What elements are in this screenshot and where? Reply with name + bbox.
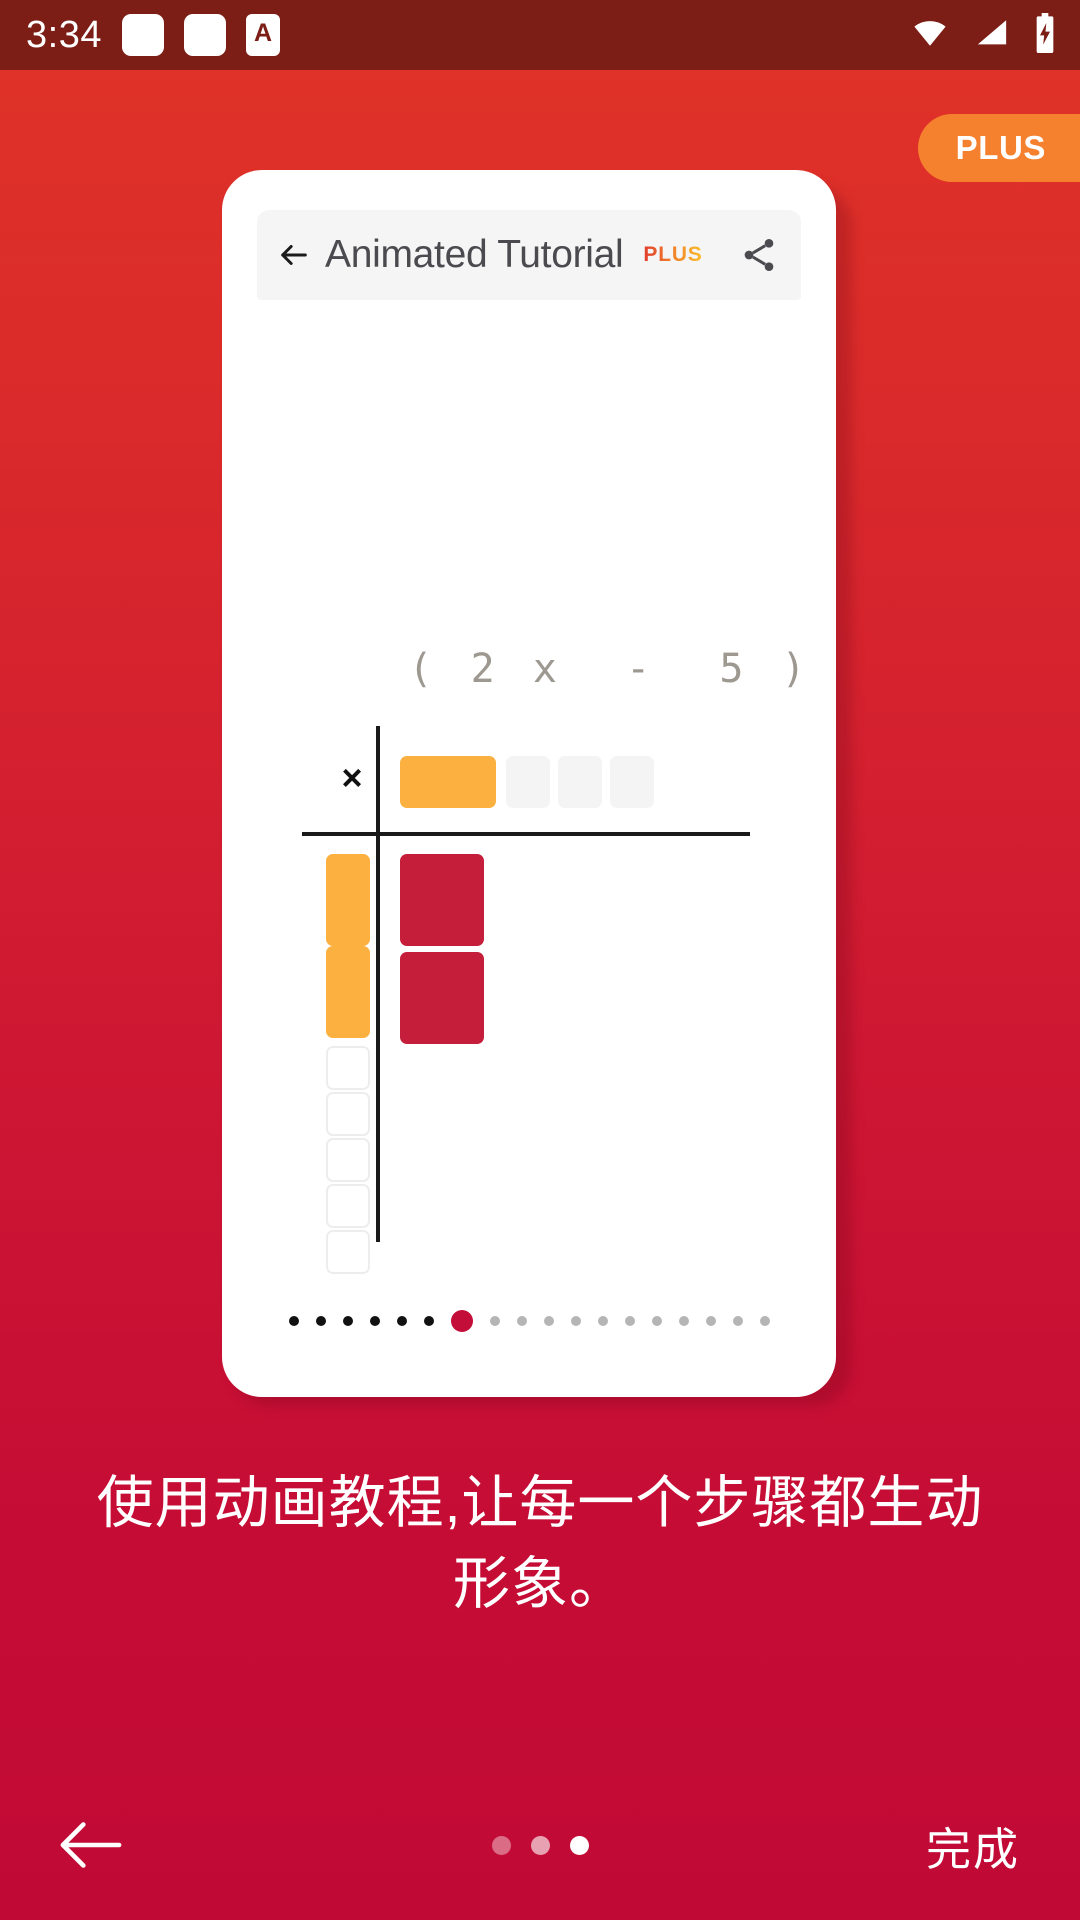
plus-badge-label: PLUS <box>955 129 1046 166</box>
step-dot-todo[interactable] <box>489 1316 500 1326</box>
equation-prefix: ( 2 x - 5 ) ( <box>408 646 813 692</box>
done-button[interactable]: 完成 <box>926 1813 1020 1878</box>
card-app-bar: Animated Tutorial PLUS <box>257 210 801 300</box>
algebra-tiles-grid: × <box>222 716 836 1274</box>
grid-horizontal-line <box>302 832 750 836</box>
blank-square-icon <box>121 14 164 56</box>
battery-charging-icon <box>1032 12 1058 58</box>
left-tile-empty[interactable] <box>326 1230 370 1274</box>
a-badge-icon: A <box>245 14 280 56</box>
page-dot[interactable] <box>491 1835 511 1855</box>
status-bar-left: 3:34 A <box>26 14 280 56</box>
header-tile-orange[interactable] <box>400 756 496 808</box>
step-dot-done[interactable] <box>342 1316 353 1326</box>
step-dot-todo[interactable] <box>651 1316 662 1326</box>
plus-badge[interactable]: PLUS <box>917 114 1080 182</box>
header-tile-empty[interactable] <box>610 756 654 808</box>
step-dot-todo[interactable] <box>624 1316 635 1326</box>
back-arrow-icon[interactable] <box>277 238 311 272</box>
step-dot-todo[interactable] <box>570 1316 581 1326</box>
left-tile-empty[interactable] <box>326 1046 370 1090</box>
product-tile-crimson[interactable] <box>400 854 484 946</box>
step-dot-done[interactable] <box>315 1316 326 1326</box>
status-bar-right <box>908 12 1058 58</box>
step-dot-todo[interactable] <box>543 1316 554 1326</box>
blank-square-icon <box>183 14 226 56</box>
onboarding-screen: 3:34 A PLUS Animated Tutorial PLUS (2 x… <box>0 0 1080 1920</box>
left-tile-empty[interactable] <box>326 1138 370 1182</box>
tutorial-step-dots <box>222 1310 836 1332</box>
onboarding-page-dots <box>470 1835 610 1855</box>
multiplication-operator: × <box>341 757 363 798</box>
step-dot-done[interactable] <box>396 1316 407 1326</box>
step-dot-done[interactable] <box>369 1316 380 1326</box>
status-bar-clock: 3:34 <box>26 14 102 56</box>
status-bar: 3:34 A <box>0 0 1080 70</box>
step-dot-done[interactable] <box>423 1316 434 1326</box>
onboarding-caption: 使用动画教程,让每一个步骤都生动形象。 <box>96 1471 984 1616</box>
header-tile-empty[interactable] <box>506 756 550 808</box>
step-dot-done[interactable] <box>288 1316 299 1326</box>
step-dot-todo[interactable] <box>597 1316 608 1326</box>
page-dot-active[interactable] <box>569 1835 589 1855</box>
card-plus-label[interactable]: PLUS <box>643 243 702 267</box>
share-icon[interactable] <box>739 235 779 275</box>
left-tile-orange[interactable] <box>326 946 370 1038</box>
preview-card: Animated Tutorial PLUS ( 2 x - 5 ) ( x +… <box>222 170 836 1397</box>
step-dot-active[interactable] <box>450 1310 473 1332</box>
step-dot-todo[interactable] <box>516 1316 527 1326</box>
step-dot-todo[interactable] <box>732 1316 743 1326</box>
card-title: Animated Tutorial <box>325 233 624 276</box>
step-dot-todo[interactable] <box>678 1316 689 1326</box>
wifi-icon <box>908 16 952 55</box>
step-dot-todo[interactable] <box>705 1316 716 1326</box>
left-tile-empty[interactable] <box>326 1092 370 1136</box>
cell-signal-icon <box>972 16 1012 55</box>
left-tile-orange[interactable] <box>326 854 370 946</box>
step-dot-todo[interactable] <box>759 1316 770 1326</box>
grid-vertical-line <box>376 726 380 1242</box>
back-arrow-icon[interactable] <box>60 1822 122 1868</box>
left-tile-empty[interactable] <box>326 1184 370 1228</box>
product-tile-crimson[interactable] <box>400 952 484 1044</box>
page-dot[interactable] <box>530 1835 550 1855</box>
header-tile-empty[interactable] <box>558 756 602 808</box>
bottom-navigation-bar: 完成 <box>0 1770 1080 1920</box>
